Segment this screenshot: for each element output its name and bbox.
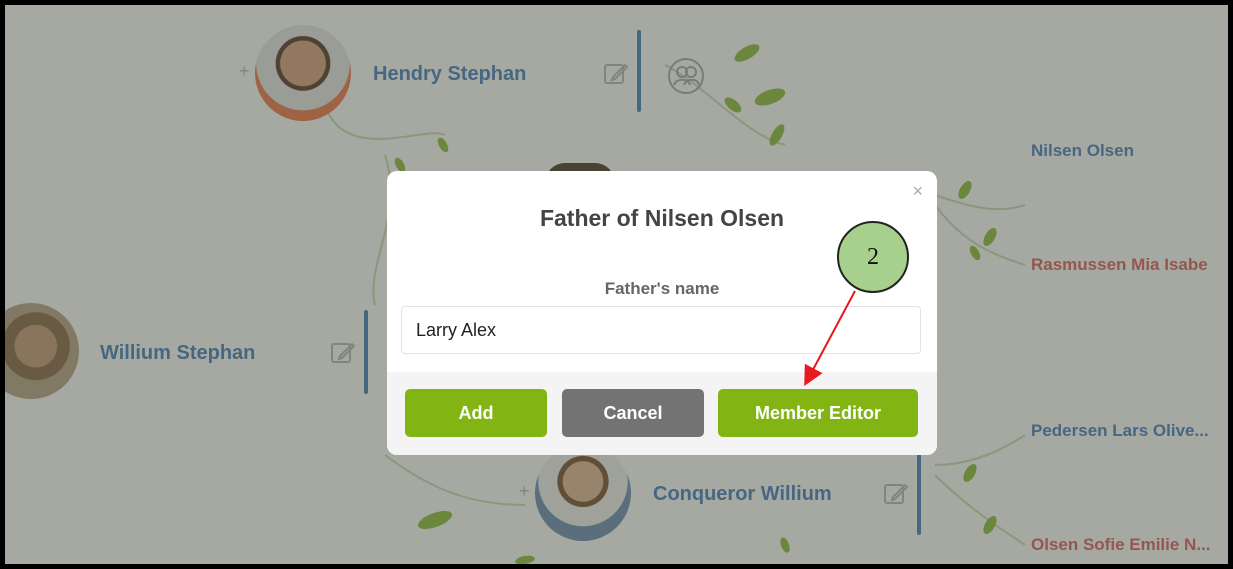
step-number: 2 <box>867 243 879 270</box>
father-name-input[interactable] <box>401 306 921 354</box>
add-button[interactable]: Add <box>405 389 547 437</box>
close-icon[interactable]: × <box>912 181 923 202</box>
screenshot-frame: + Hendry Stephan Willium Stephan + Conqu… <box>5 5 1228 564</box>
cancel-button[interactable]: Cancel <box>562 389 704 437</box>
add-father-dialog: × Father of Nilsen Olsen Father's name A… <box>387 171 937 455</box>
member-editor-button[interactable]: Member Editor <box>718 389 918 437</box>
step-number-badge: 2 <box>837 221 909 293</box>
